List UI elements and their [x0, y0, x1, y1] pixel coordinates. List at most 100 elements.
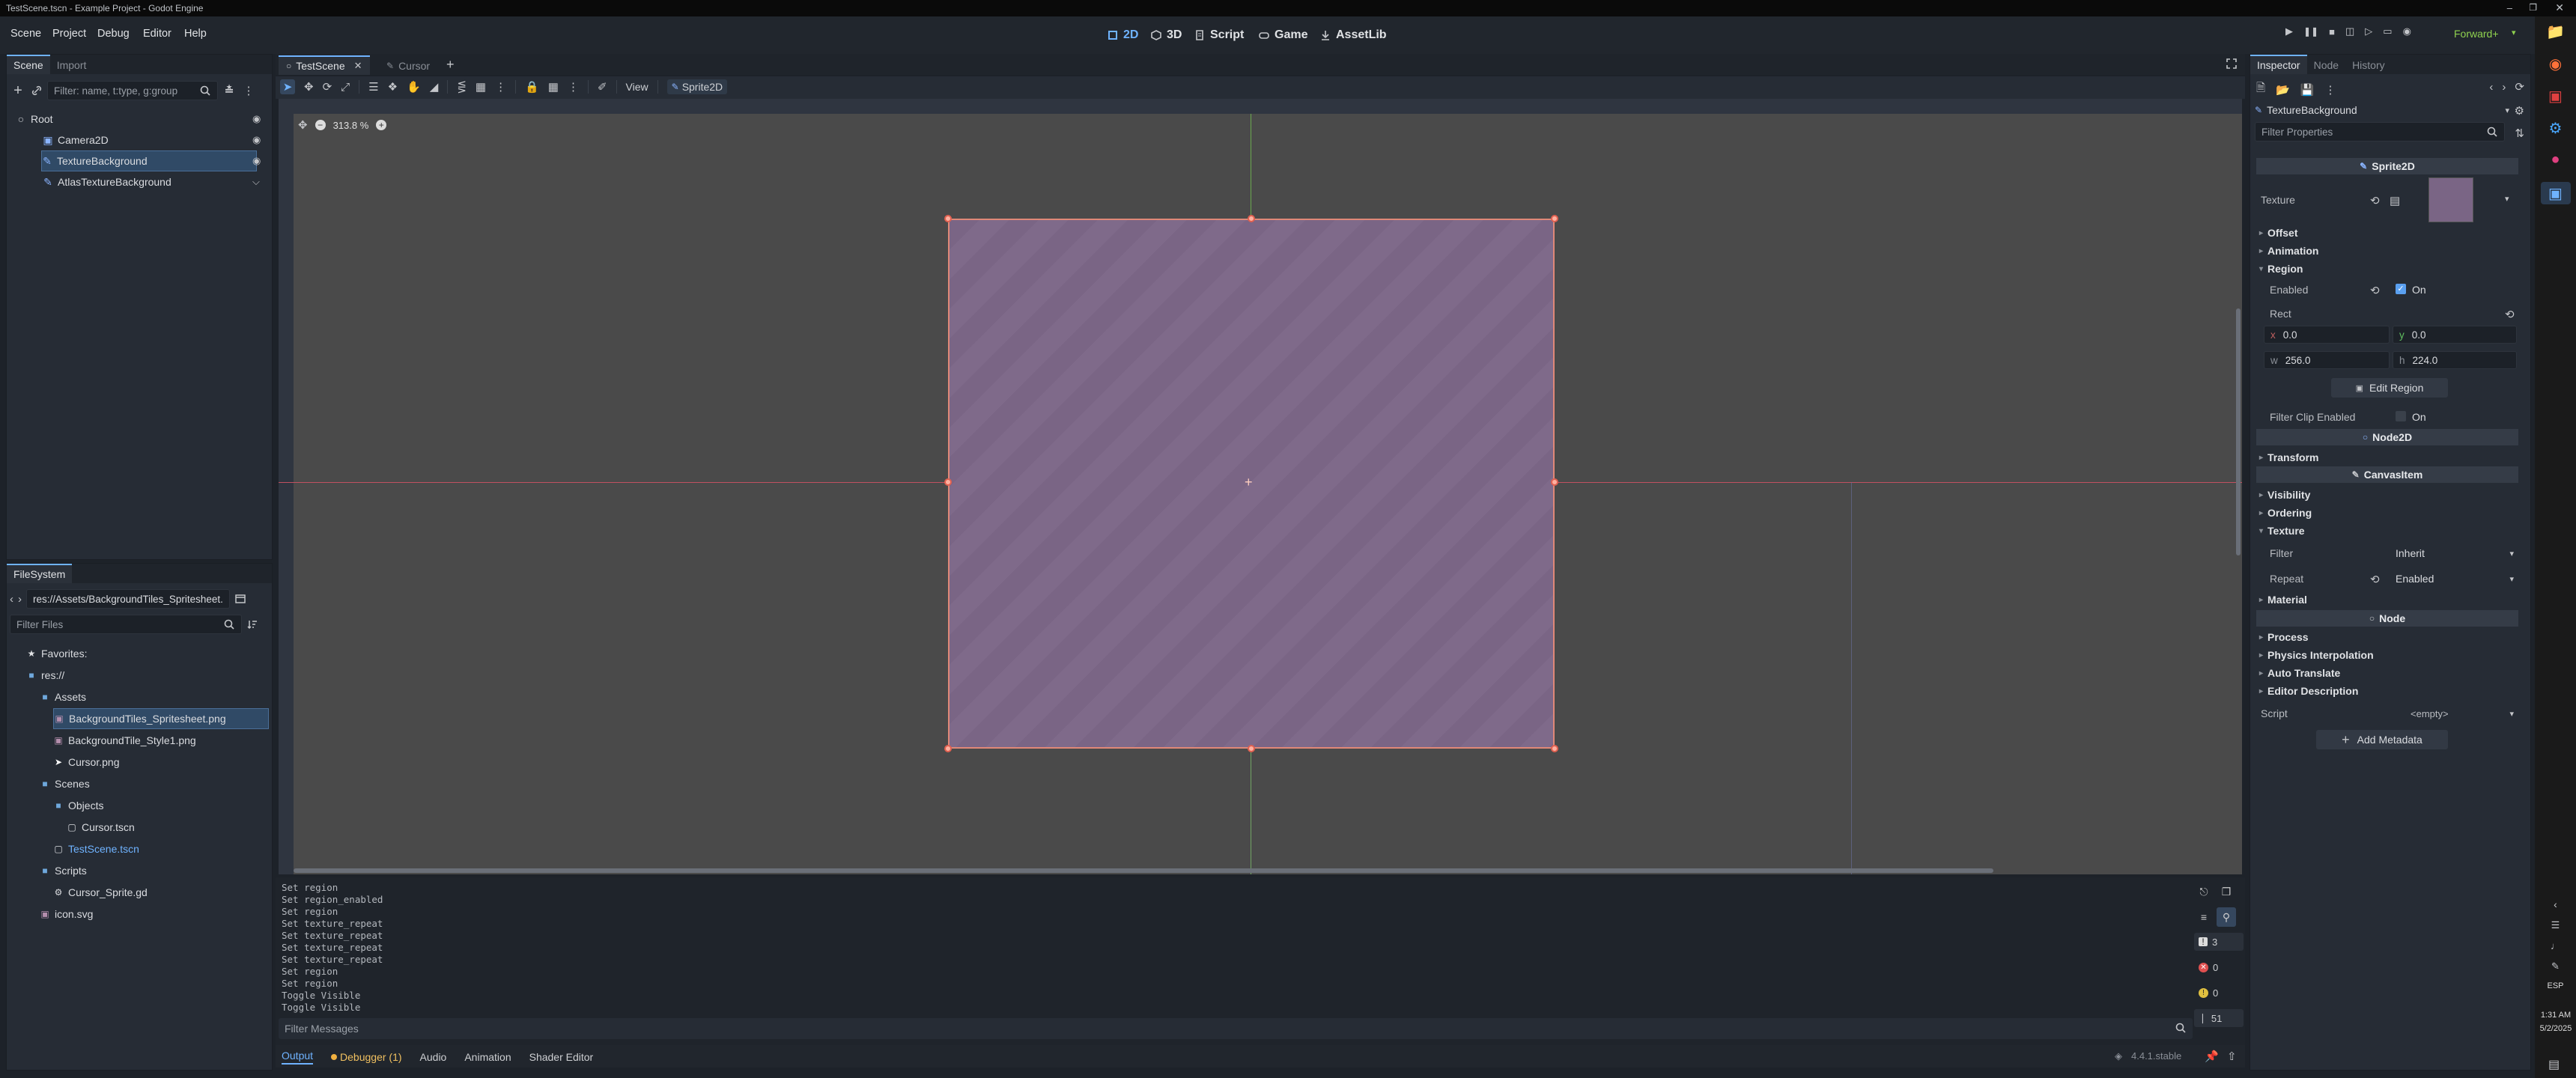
warning-count-toggle[interactable]: ! 0	[2194, 984, 2244, 1002]
smart-snap-icon[interactable]: ⋚	[457, 80, 467, 94]
move-mode-icon[interactable]: ✥	[304, 80, 314, 94]
menu-help[interactable]: Help	[184, 28, 207, 40]
visibility-eye-icon[interactable]: ◉	[252, 113, 261, 125]
vertical-scrollbar[interactable]	[2236, 308, 2241, 555]
scene-tree-row[interactable]: ✎ TextureBackground	[41, 150, 257, 171]
workspace-game-button[interactable]: Game	[1258, 25, 1307, 45]
media-app-icon[interactable]: ▣	[2548, 87, 2563, 106]
link-icon[interactable]	[29, 85, 44, 97]
scene-tree-row[interactable]: ▣ Camera2D	[43, 130, 240, 150]
sort-icon[interactable]	[246, 618, 258, 630]
canvas-viewport[interactable]: + ✥ − 313.8 % +	[279, 99, 2242, 874]
tab-history[interactable]: History	[2345, 56, 2392, 74]
add-tab-icon[interactable]: +	[446, 57, 455, 73]
play-icon[interactable]: ▶	[2285, 25, 2293, 37]
clear-output-icon[interactable]: ⎋	[2194, 882, 2214, 901]
texture-preview[interactable]	[2428, 177, 2473, 222]
edit-region-button[interactable]: ▣ Edit Region	[2331, 378, 2448, 398]
file-tree-row[interactable]: ➤ Cursor.png	[53, 752, 120, 773]
info-count-toggle[interactable]: ! 3	[2194, 933, 2244, 951]
file-tree-row[interactable]: ▢ Cursor.tscn	[67, 817, 134, 838]
rotate-mode-icon[interactable]: ⟳	[323, 80, 332, 94]
godot-icon[interactable]: ▣	[2540, 182, 2571, 204]
resize-handle-br[interactable]	[1551, 745, 1558, 752]
pivot-icon[interactable]: ❖	[388, 80, 398, 94]
notifications-icon[interactable]: ▤	[2548, 1057, 2560, 1072]
section-transform[interactable]: ▸ Transform	[2250, 448, 2530, 466]
object-selector[interactable]: ✎ TextureBackground ▾	[2255, 101, 2509, 119]
network-icon[interactable]: ☰	[2551, 919, 2560, 931]
tab-audio[interactable]: Audio	[420, 1051, 447, 1063]
gizmo-icon[interactable]: ✐	[598, 80, 607, 94]
renderer-chevron-icon[interactable]: ▾	[2512, 28, 2516, 37]
menu-scene[interactable]: Scene	[10, 28, 41, 40]
add-metadata-button[interactable]: + Add Metadata	[2316, 730, 2448, 749]
rect-x-field[interactable]: x 0.0	[2264, 326, 2390, 344]
file-tree-row[interactable]: ■ Scripts	[40, 860, 86, 881]
section-texture[interactable]: ▾ Texture	[2250, 522, 2530, 540]
rect-h-field[interactable]: h 224.0	[2393, 351, 2517, 369]
region-enabled-checkbox[interactable]: ✓	[2396, 284, 2406, 294]
resize-handle-bl[interactable]	[944, 745, 952, 752]
history-forward-icon[interactable]: ›	[2502, 81, 2506, 94]
volume-icon[interactable]: ♩	[2551, 940, 2560, 951]
section-visibility[interactable]: ▸ Visibility	[2250, 486, 2530, 504]
section-physics-interpolation[interactable]: ▸ Physics Interpolation	[2250, 646, 2530, 664]
texture-dropdown-icon[interactable]: ▾	[2505, 194, 2509, 204]
tab-import[interactable]: Import	[50, 56, 94, 74]
revert-icon[interactable]: ⟲	[2505, 308, 2515, 321]
ruler-icon[interactable]: ◢	[430, 80, 439, 94]
group-icon[interactable]: ▦	[548, 80, 559, 94]
language-indicator[interactable]: ESP	[2547, 981, 2563, 990]
section-material[interactable]: ▸ Material	[2250, 591, 2530, 609]
zoom-level[interactable]: 313.8 %	[333, 120, 369, 131]
tab-filesystem[interactable]: FileSystem	[7, 564, 73, 583]
snap-options-icon[interactable]: ⋮	[495, 80, 506, 94]
distraction-free-icon[interactable]	[2226, 58, 2238, 70]
copy-output-icon[interactable]: ❐	[2217, 882, 2236, 901]
section-animation[interactable]: ▸ Animation	[2250, 242, 2530, 260]
load-resource-icon[interactable]: 📂	[2276, 83, 2290, 97]
section-ordering[interactable]: ▸ Ordering	[2250, 504, 2530, 522]
section-region[interactable]: ▾ Region	[2250, 260, 2530, 278]
collapse-icon[interactable]: ≡	[2194, 907, 2214, 927]
pause-icon[interactable]: ❚❚	[2303, 26, 2318, 37]
section-process[interactable]: ▸ Process	[2250, 628, 2530, 646]
filter-clip-checkbox[interactable]	[2396, 411, 2406, 421]
menu-editor[interactable]: Editor	[143, 28, 171, 40]
tab-debugger[interactable]: Debugger (1)	[331, 1051, 402, 1063]
maximize-button[interactable]: ❐	[2529, 2, 2537, 13]
pan-view-icon[interactable]: ✥	[298, 118, 308, 132]
history-list-icon[interactable]: ⟳	[2515, 80, 2524, 94]
filter-options-icon[interactable]: ⋮	[240, 84, 257, 97]
pen-icon[interactable]: ✎	[2551, 960, 2560, 972]
tab-inspector[interactable]: Inspector	[2250, 55, 2307, 74]
script-attach-icon[interactable]: ≛	[221, 84, 237, 97]
file-explorer-icon[interactable]: 📁	[2546, 22, 2565, 41]
file-tree-row[interactable]: ▣ BackgroundTiles_Spritesheet.png	[53, 708, 269, 729]
workspace-2d-button[interactable]: 2D	[1107, 25, 1138, 45]
workspace-script-button[interactable]: Script	[1194, 25, 1244, 45]
list-select-icon[interactable]: ☰	[368, 80, 378, 94]
scene-filter-input[interactable]: Filter: name, t:type, g:group	[47, 81, 218, 100]
file-tree-row[interactable]: ■ Scenes	[40, 773, 89, 794]
texture-repeat-select[interactable]: Enabled ▾	[2393, 570, 2517, 588]
save-resource-icon[interactable]: 💾	[2300, 83, 2315, 97]
expand-panel-icon[interactable]: ⇧	[2227, 1050, 2237, 1063]
play-custom-icon[interactable]: ▭	[2383, 25, 2392, 37]
texture-info-icon[interactable]: ▤	[2390, 194, 2400, 207]
tab-shader-editor[interactable]: Shader Editor	[529, 1051, 594, 1063]
remote-deploy-icon[interactable]: ◫	[2345, 25, 2354, 37]
tab-animation[interactable]: Animation	[464, 1051, 511, 1063]
forward-icon[interactable]: ›	[18, 593, 22, 606]
back-icon[interactable]: ‹	[10, 593, 13, 606]
pin-icon[interactable]: 📌	[2205, 1050, 2219, 1063]
section-auto-translate[interactable]: ▸ Auto Translate	[2250, 664, 2530, 682]
play-scene-icon[interactable]: ▷	[2365, 25, 2372, 37]
more-options-icon[interactable]: ⋮	[2324, 83, 2336, 97]
rect-y-field[interactable]: y 0.0	[2393, 326, 2517, 344]
pan-icon[interactable]: ✋	[407, 80, 421, 94]
bones-icon[interactable]: ⋮	[568, 80, 579, 94]
stop-icon[interactable]: ■	[2329, 26, 2335, 37]
scene-tree-row[interactable]: ✎ AtlasTextureBackground	[43, 171, 240, 192]
